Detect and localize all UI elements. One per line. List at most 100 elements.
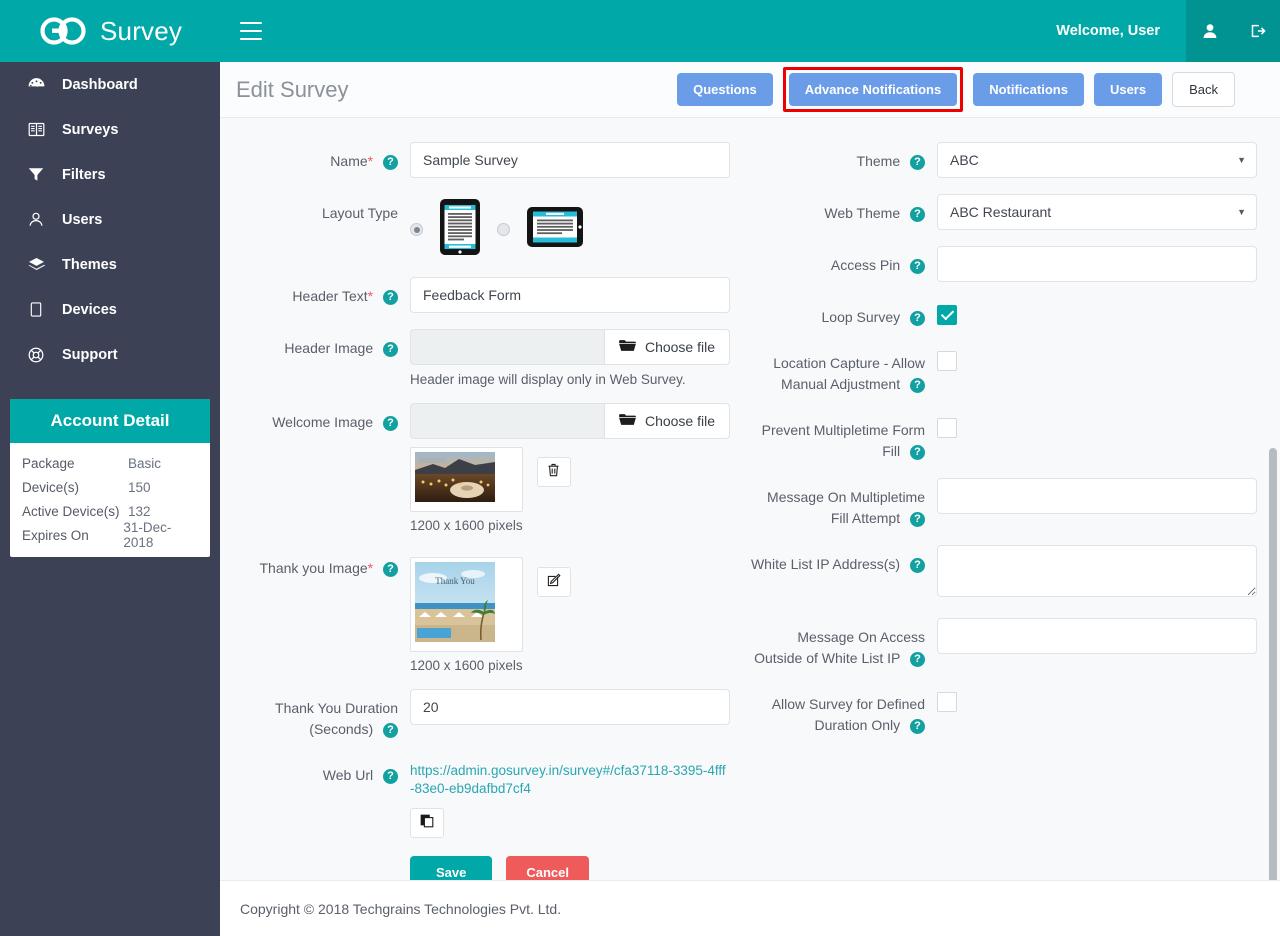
help-icon[interactable]: ?	[910, 207, 925, 222]
tablet-landscape-icon[interactable]	[526, 206, 584, 253]
field-label: Message On Multipletime Fill Attempt ?	[750, 478, 925, 529]
theme-select[interactable]: ABC ▼	[937, 142, 1257, 178]
sidebar-item-surveys[interactable]: Surveys	[0, 107, 220, 152]
chevron-down-icon: ▼	[1237, 155, 1246, 165]
save-button[interactable]: Save	[410, 856, 493, 880]
field-control: ABC ▼	[937, 142, 1257, 178]
header-image-file-name	[410, 329, 604, 365]
choose-file-label: Choose file	[644, 339, 715, 355]
account-row: Package Basic	[10, 451, 210, 475]
thank-you-duration-input[interactable]	[410, 689, 730, 725]
top-navbar: Survey Welcome, User	[0, 0, 1280, 62]
brand-logo[interactable]: Survey	[0, 0, 220, 62]
help-icon[interactable]: ?	[910, 512, 925, 527]
account-row: Device(s) 150	[10, 475, 210, 499]
web-theme-select[interactable]: ABC Restaurant ▼	[937, 194, 1257, 230]
app-root: Survey Welcome, User Dashboard Surveys F…	[0, 0, 1280, 936]
white-list-ip-textarea[interactable]	[937, 545, 1257, 597]
name-input[interactable]	[410, 142, 730, 178]
access-pin-label: Access Pin	[830, 257, 901, 273]
access-pin-input[interactable]	[937, 246, 1257, 282]
required-marker: *	[367, 288, 374, 304]
survey-form: Name* ? Layout Type	[220, 118, 1280, 880]
advance-notifications-button[interactable]: Advance Notifications	[788, 73, 958, 106]
message-multi-fill-input[interactable]	[937, 478, 1257, 514]
help-icon[interactable]: ?	[910, 652, 925, 667]
cancel-button[interactable]: Cancel	[506, 856, 590, 880]
help-icon[interactable]: ?	[383, 416, 398, 431]
field-layout-type: Layout Type	[220, 194, 750, 261]
users-button[interactable]: Users	[1093, 73, 1163, 106]
welcome-image-choose-file-button[interactable]: Choose file	[603, 403, 730, 439]
help-icon[interactable]: ?	[910, 558, 925, 573]
help-icon[interactable]: ?	[910, 259, 925, 274]
notifications-button[interactable]: Notifications	[973, 73, 1084, 106]
welcome-image-delete-button[interactable]	[536, 457, 571, 487]
form-left-column: Name* ? Layout Type	[220, 142, 750, 880]
help-icon[interactable]: ?	[383, 562, 398, 577]
header-text-label: Header Text	[292, 288, 368, 304]
welcome-image-thumbnail[interactable]	[410, 447, 523, 512]
field-label: Web Url ?	[220, 756, 398, 786]
field-label: Access Pin ?	[750, 246, 925, 276]
user-icon[interactable]	[1186, 0, 1233, 62]
location-capture-checkbox[interactable]	[937, 351, 957, 371]
account-detail-title: Account Detail	[10, 399, 210, 443]
sidebar-item-label: Support	[62, 346, 118, 363]
form-right-column: Theme ? ABC ▼ Web Theme ? ABC Restaurant…	[750, 142, 1280, 880]
back-button[interactable]: Back	[1172, 72, 1235, 107]
tablet-icon	[26, 302, 46, 317]
required-marker: *	[367, 153, 374, 169]
thank-you-image-edit-button[interactable]	[536, 567, 571, 597]
edit-icon	[547, 573, 561, 592]
help-icon[interactable]: ?	[910, 311, 925, 326]
questions-button[interactable]: Questions	[677, 73, 773, 106]
phone-portrait-icon[interactable]	[439, 198, 481, 261]
sign-out-icon[interactable]	[1233, 0, 1280, 62]
allow-duration-checkbox[interactable]	[937, 692, 957, 712]
field-control: Choose file Header image will display on…	[410, 329, 730, 387]
message-outside-ip-input[interactable]	[937, 618, 1257, 654]
folder-open-icon	[619, 339, 636, 355]
sidebar-item-themes[interactable]: Themes	[0, 242, 220, 287]
field-label: Header Text* ?	[220, 277, 398, 307]
loop-survey-checkbox[interactable]	[937, 305, 957, 325]
prevent-multi-fill-checkbox[interactable]	[937, 418, 957, 438]
layout-radio-landscape[interactable]	[497, 223, 510, 236]
field-label: Welcome Image ?	[220, 403, 398, 433]
help-icon[interactable]: ?	[383, 342, 398, 357]
sidebar-item-devices[interactable]: Devices	[0, 287, 220, 332]
layout-type-options	[410, 194, 584, 261]
help-icon[interactable]: ?	[383, 155, 398, 170]
sidebar-item-support[interactable]: Support	[0, 332, 220, 377]
header-text-input[interactable]	[410, 277, 730, 313]
header-image-choose-file-button[interactable]: Choose file	[603, 329, 730, 365]
form-columns: Name* ? Layout Type	[220, 142, 1280, 880]
field-thank-you-image: Thank you Image* ? Thank You 1200 x 1600…	[220, 549, 750, 673]
field-white-list-ip: White List IP Address(s) ?	[750, 545, 1280, 602]
thank-you-image-thumbnail[interactable]: Thank You	[410, 557, 523, 652]
help-icon[interactable]: ?	[910, 378, 925, 393]
help-icon[interactable]: ?	[910, 719, 925, 734]
allow-duration-label: Allow Survey for Defined Duration Only	[771, 696, 925, 733]
hamburger-icon[interactable]	[240, 22, 262, 40]
help-icon[interactable]: ?	[910, 155, 925, 170]
layout-radio-portrait[interactable]	[410, 223, 423, 236]
help-icon[interactable]: ?	[383, 290, 398, 305]
sidebar-item-filters[interactable]: Filters	[0, 152, 220, 197]
help-icon[interactable]: ?	[383, 723, 398, 738]
web-url-copy-button[interactable]	[410, 808, 444, 838]
sidebar-item-dashboard[interactable]: Dashboard	[0, 62, 220, 107]
sidebar-item-users[interactable]: Users	[0, 197, 220, 242]
field-label: Theme ?	[750, 142, 925, 172]
content-scrollbar[interactable]	[1269, 448, 1277, 880]
help-icon[interactable]: ?	[383, 769, 398, 784]
web-url-link[interactable]: https://admin.gosurvey.in/survey#/cfa371…	[410, 756, 730, 798]
trash-icon	[547, 463, 560, 482]
theme-label: Theme	[856, 153, 901, 169]
sidebar-item-label: Themes	[62, 256, 117, 273]
name-label: Name	[330, 153, 368, 169]
page-header: Edit Survey Questions Advance Notificati…	[220, 62, 1280, 118]
help-icon[interactable]: ?	[910, 445, 925, 460]
required-marker: *	[367, 560, 374, 576]
